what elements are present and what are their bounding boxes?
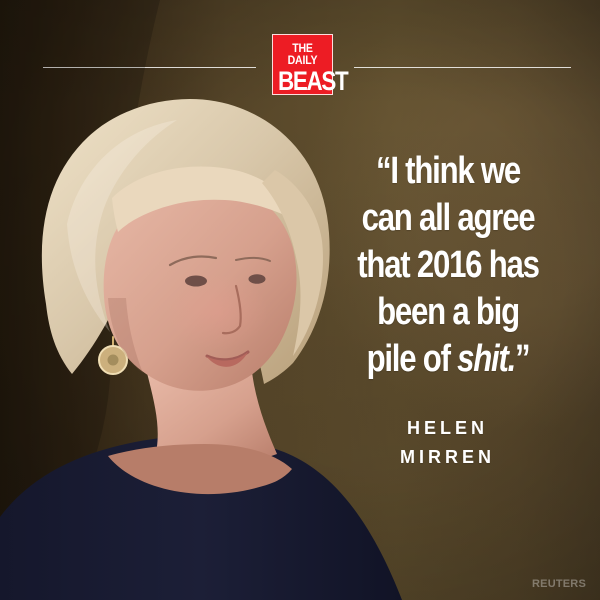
cheek-highlight [168, 274, 268, 350]
earring-center [107, 354, 119, 366]
quote-line-2: can all agree [361, 197, 536, 239]
quote-line-5-suffix: ” [515, 338, 531, 380]
quote-line-5: pile of shit.” [356, 336, 540, 383]
quote-line-1: “I think we [375, 150, 521, 192]
attribution-line-1: HELEN [406, 418, 488, 438]
quote-line-3: that 2016 has [357, 244, 540, 286]
attribution-block: HELEN MIRREN [374, 414, 521, 472]
attribution-line-2: MIRREN [400, 447, 495, 467]
quote-line-5-prefix: pile of [366, 338, 458, 380]
eye-left [185, 275, 207, 287]
quote-block: “I think we can all agree that 2016 has … [336, 148, 560, 383]
eye-right [248, 274, 266, 284]
quote-line-4: been a big [377, 291, 520, 333]
quote-card: THE DAILY BEAST “I think we can all agre… [0, 0, 600, 600]
photo-credit: REUTERS [532, 578, 586, 590]
quote-line-5-emphasis: shit. [457, 338, 516, 380]
